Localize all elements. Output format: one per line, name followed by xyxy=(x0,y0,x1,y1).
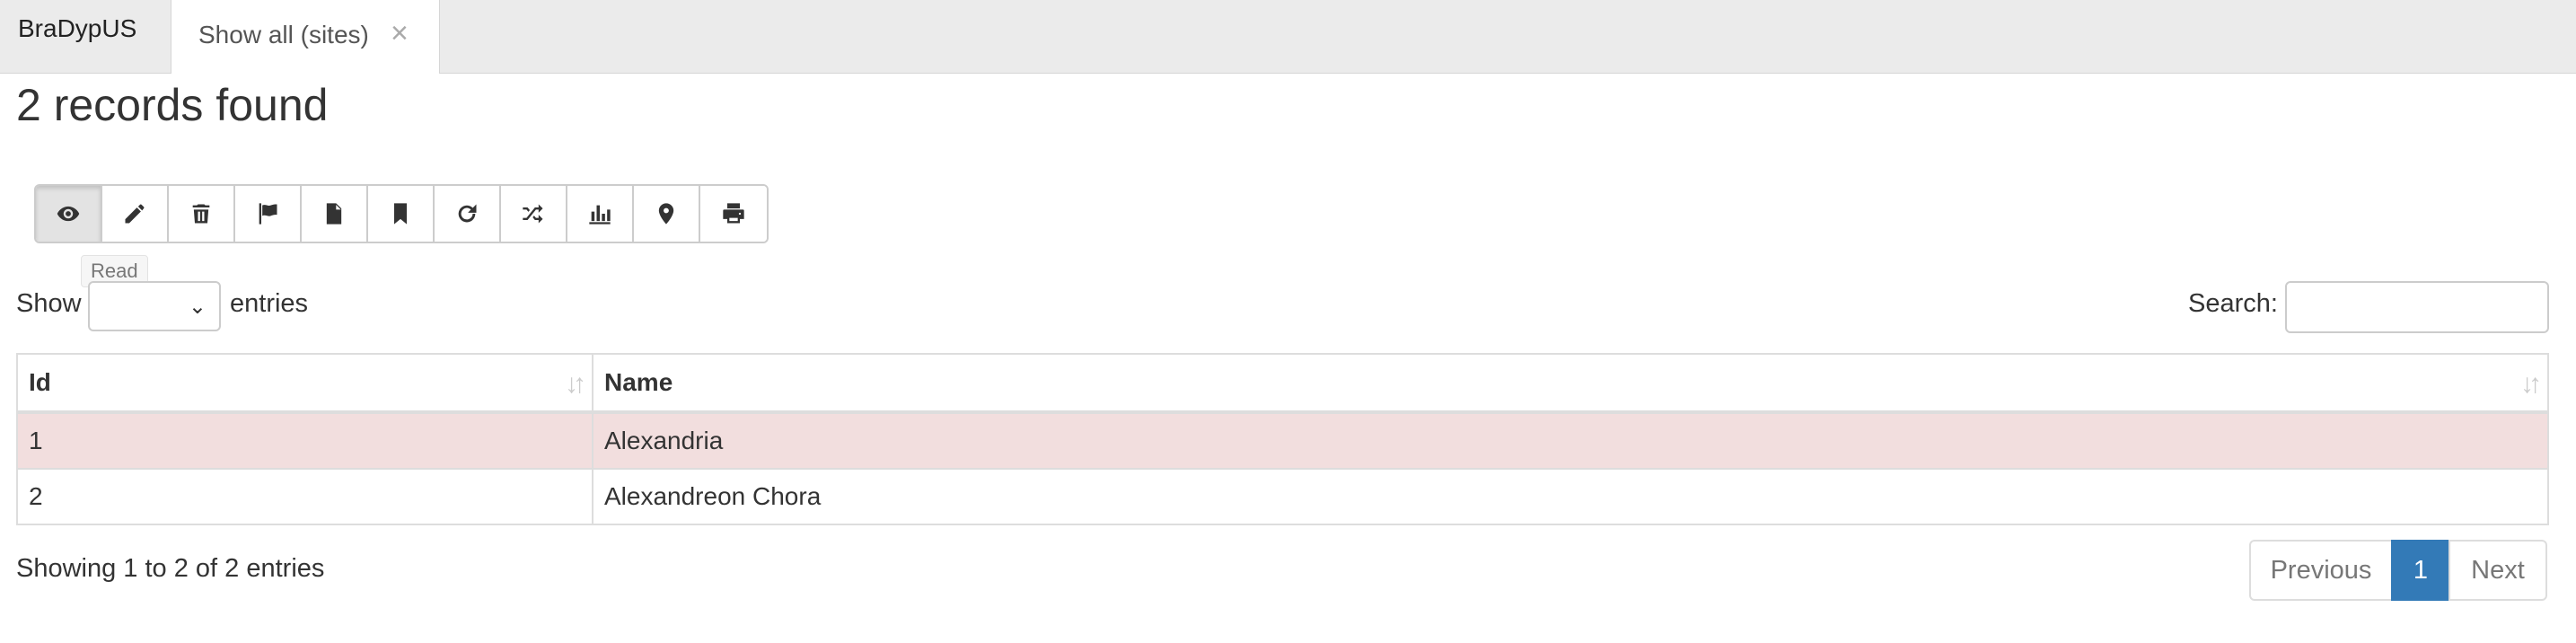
next-page-button[interactable]: Next xyxy=(2449,540,2547,601)
chevron-down-icon: ⌄ xyxy=(188,295,207,319)
table-info: Showing 1 to 2 of 2 entries xyxy=(16,554,325,583)
read-button[interactable] xyxy=(36,186,102,242)
cell-id: 2 xyxy=(16,468,593,525)
refresh-icon xyxy=(458,204,477,223)
map-button[interactable] xyxy=(634,186,700,242)
page-1-button[interactable]: 1 xyxy=(2391,540,2450,601)
previous-page-button[interactable]: Previous xyxy=(2249,540,2393,601)
bookmark-icon xyxy=(394,203,407,225)
app-brand[interactable]: BraDypUS xyxy=(18,14,136,43)
entries-label: entries xyxy=(230,289,309,318)
print-icon xyxy=(723,203,744,224)
page-title: 2 records found xyxy=(16,80,329,130)
column-header-id[interactable]: Id ↓↑ xyxy=(16,353,593,414)
search-label: Search: xyxy=(2188,289,2278,318)
entries-select[interactable]: ⌄ xyxy=(88,281,221,331)
file-button[interactable] xyxy=(302,186,368,242)
trash-icon xyxy=(192,204,210,224)
table-row[interactable]: 2 Alexandreon Chora xyxy=(16,468,2549,525)
sort-icon: ↓↑ xyxy=(565,369,586,399)
cell-name: Alexandria xyxy=(592,411,2549,470)
bar-chart-icon xyxy=(589,205,611,225)
pencil-icon xyxy=(125,204,145,224)
records-table: Id ↓↑ Name ↓↑ 1 Alexandria 2 Alexandreon… xyxy=(16,353,2549,525)
column-label: Id xyxy=(29,368,51,396)
shuffle-icon xyxy=(523,204,543,224)
record-toolbar xyxy=(34,184,769,243)
flag-icon xyxy=(259,203,277,225)
refresh-button[interactable] xyxy=(435,186,501,242)
bookmark-button[interactable] xyxy=(368,186,435,242)
print-button[interactable] xyxy=(700,186,767,242)
cell-name: Alexandreon Chora xyxy=(592,468,2549,525)
file-icon xyxy=(326,203,342,225)
column-label: Name xyxy=(604,368,673,396)
table-header-row: Id ↓↑ Name ↓↑ xyxy=(16,353,2549,414)
eye-icon xyxy=(57,206,80,222)
pagination: Previous 1 Next xyxy=(2249,540,2547,601)
flag-button[interactable] xyxy=(235,186,302,242)
table-row[interactable]: 1 Alexandria xyxy=(16,411,2549,470)
tab-show-all-sites[interactable]: Show all (sites) × xyxy=(171,0,440,74)
map-marker-icon xyxy=(658,203,674,225)
column-header-name[interactable]: Name ↓↑ xyxy=(592,353,2549,414)
shuffle-button[interactable] xyxy=(501,186,567,242)
tab-bar: BraDypUS Show all (sites) × xyxy=(0,0,2576,74)
edit-button[interactable] xyxy=(102,186,169,242)
cell-id: 1 xyxy=(16,411,593,470)
delete-button[interactable] xyxy=(169,186,235,242)
search-input[interactable] xyxy=(2285,281,2549,333)
tab-label: Show all (sites) xyxy=(198,21,369,48)
chart-button[interactable] xyxy=(567,186,634,242)
sort-icon: ↓↑ xyxy=(2520,369,2542,399)
show-label: Show xyxy=(16,289,82,318)
close-icon[interactable]: × xyxy=(391,16,409,51)
